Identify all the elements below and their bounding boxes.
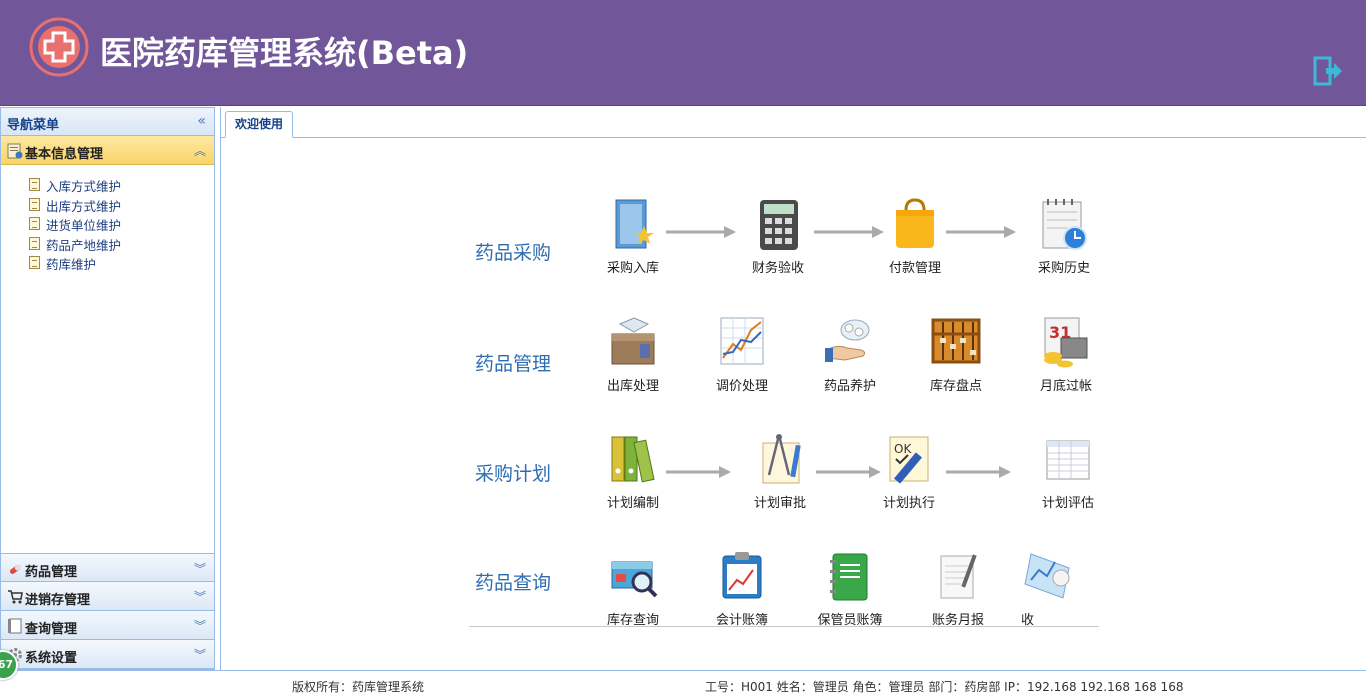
sidebar-item-origin[interactable]: 药品产地维护 xyxy=(29,235,214,255)
line-chart-icon xyxy=(720,317,764,365)
clipboard-chart-icon xyxy=(722,552,762,599)
node-plan-approve[interactable]: 计划审批 xyxy=(735,431,825,511)
section-label: 基本信息管理 xyxy=(25,147,104,162)
collapsed-sections: 药品管理 ︾ 进销存管理 ︾ 查询管理 ︾ 系统设置 ︾ xyxy=(1,553,214,669)
sidebar-item-supplier[interactable]: 进货单位维护 xyxy=(29,215,214,235)
app-header: 医院药库管理系统(Beta) xyxy=(0,0,1366,106)
binders-icon xyxy=(611,436,655,483)
node-accounting-ledger[interactable]: 会计账簿 xyxy=(697,548,787,628)
node-price-adjust[interactable]: 调价处理 xyxy=(697,314,787,394)
spreadsheet-icon xyxy=(1046,440,1090,480)
document-icon xyxy=(29,217,40,230)
hand-pills-icon xyxy=(825,319,870,362)
tab-welcome[interactable]: 欢迎使用 xyxy=(225,111,294,138)
sidebar-header: 导航菜单 « xyxy=(1,108,214,136)
collapse-sidebar-icon[interactable]: « xyxy=(197,113,206,129)
chevron-down-icon[interactable]: ︾ xyxy=(194,646,206,663)
chevron-down-icon[interactable]: ︾ xyxy=(194,560,206,577)
arrow-right-icon xyxy=(946,466,1011,478)
sidebar-item-warehouse[interactable]: 药库维护 xyxy=(29,254,214,274)
book-icon xyxy=(8,618,22,634)
node-plan-evaluate[interactable]: 计划评估 xyxy=(1023,431,1113,511)
app-title: 医院药库管理系统(Beta) xyxy=(100,34,469,72)
row-label-drug-management: 药品管理 xyxy=(475,353,552,375)
section-items: 入库方式维护 出库方式维护 进货单位维护 药品产地维护 药库维护 xyxy=(1,165,214,551)
document-icon xyxy=(29,197,40,211)
node-monthly-report[interactable]: 账务月报 xyxy=(913,548,1003,628)
chevron-down-icon[interactable]: ︾ xyxy=(194,617,206,634)
chevron-down-icon[interactable]: ︾ xyxy=(194,588,206,605)
glass-chart-icon xyxy=(1024,553,1070,599)
svg-text:OK: OK xyxy=(894,442,912,456)
node-stock-query[interactable]: 库存查询 xyxy=(588,548,678,628)
section-drug-management[interactable]: 药品管理 ︾ xyxy=(1,553,214,582)
row-label-plan: 采购计划 xyxy=(475,463,552,485)
logout-icon[interactable] xyxy=(1312,55,1344,87)
sidebar-title: 导航菜单 xyxy=(7,118,60,133)
door-star-icon xyxy=(615,199,654,249)
node-finance-check[interactable]: 财务验收 xyxy=(733,196,823,276)
sidebar-item-inbound-method[interactable]: 入库方式维护 xyxy=(29,176,214,196)
drafting-compass-icon xyxy=(762,434,801,484)
paper-pen-icon xyxy=(940,554,977,599)
node-purchase-history[interactable]: 采购历史 xyxy=(1019,196,1109,276)
section-basic-info[interactable]: 基本信息管理 ︽ xyxy=(1,136,214,165)
divider xyxy=(469,626,1099,627)
node-plan-execute[interactable]: OK 计划执行 xyxy=(864,431,954,511)
node-outbound[interactable]: 出库处理 xyxy=(588,314,678,394)
workflow-panel: 药品采购 采购入库 财务验收 付款管理 采购历史 药品管理 出库处理 调价处理 … xyxy=(221,138,1366,668)
section-query[interactable]: 查询管理 ︾ xyxy=(1,611,214,640)
calendar-clock-icon xyxy=(1042,199,1087,250)
copyright-text: 版权所有：药库管理系统 xyxy=(292,680,425,694)
user-info-text: 工号：H001 姓名：管理员 角色：管理员 部门：药房部 IP：192.168 … xyxy=(705,680,1184,694)
cart-icon xyxy=(8,590,23,604)
arrow-right-icon xyxy=(666,466,731,478)
section-inventory[interactable]: 进销存管理 ︾ xyxy=(1,582,214,611)
section-settings[interactable]: 系统设置 ︾ xyxy=(1,640,214,669)
tab-strip: 欢迎使用 xyxy=(221,107,1366,138)
pill-icon xyxy=(9,564,21,574)
node-purchase-inbound[interactable]: 采购入库 xyxy=(588,196,678,276)
status-bar: 版权所有：药库管理系统 工号：H001 姓名：管理员 角色：管理员 部门：药房部… xyxy=(0,670,1366,700)
ok-pen-icon: OK xyxy=(889,436,929,484)
document-icon xyxy=(29,256,40,269)
node-keeper-ledger[interactable]: 保管员账簿 xyxy=(805,548,895,628)
shopping-bag-icon xyxy=(896,198,934,248)
chevron-up-icon[interactable]: ︽ xyxy=(194,142,206,159)
arrow-right-icon xyxy=(946,226,1016,238)
medicine-box-search-icon xyxy=(611,561,658,598)
node-income[interactable]: 收 xyxy=(1021,548,1081,628)
row-label-procurement: 药品采购 xyxy=(475,242,552,264)
document-icon xyxy=(29,178,40,191)
abacus-icon xyxy=(931,318,981,364)
node-stocktake[interactable]: 库存盘点 xyxy=(911,314,1001,394)
main-content: 欢迎使用 药品采购 采购入库 财务验收 付款管理 采购历史 药品管理 出库处理 … xyxy=(220,107,1366,670)
box-outbound-icon xyxy=(611,317,655,365)
sidebar-item-outbound-method[interactable]: 出库方式维护 xyxy=(29,196,214,216)
arrow-right-icon xyxy=(666,226,736,238)
document-icon xyxy=(29,236,40,250)
calculator-icon xyxy=(760,200,798,250)
info-folder-icon xyxy=(7,143,23,159)
calendar-coins-icon: 31 xyxy=(1044,317,1088,368)
node-maintenance[interactable]: 药品养护 xyxy=(805,314,895,394)
nav-sidebar: 导航菜单 « 基本信息管理 ︽ 入库方式维护 出库方式维护 进货单位维护 药品产… xyxy=(0,107,215,670)
node-month-end[interactable]: 31 月底过帐 xyxy=(1021,314,1111,394)
row-label-query: 药品查询 xyxy=(475,572,552,594)
green-notebook-icon xyxy=(830,553,868,601)
node-plan-compile[interactable]: 计划编制 xyxy=(588,431,678,511)
hospital-cross-logo-icon xyxy=(29,17,89,77)
